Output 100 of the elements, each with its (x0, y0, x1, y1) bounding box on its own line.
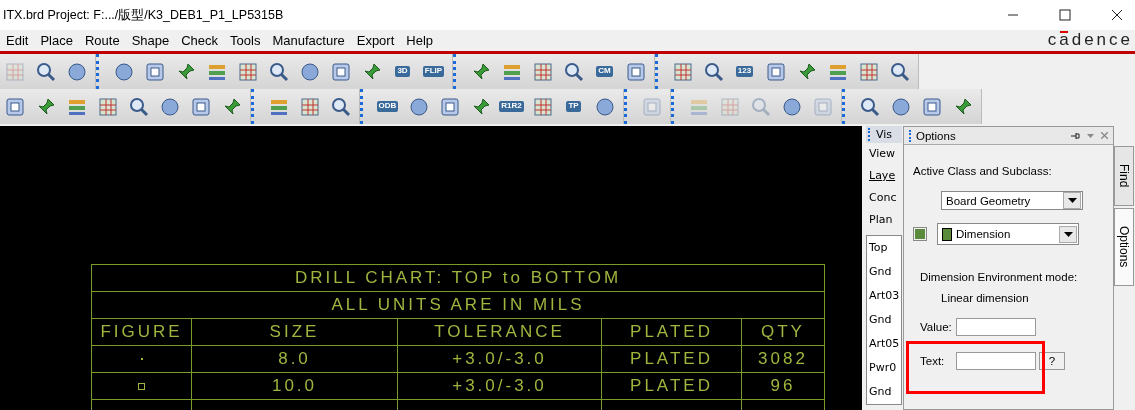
panel-label: View (868, 146, 897, 162)
menu-item[interactable]: Route (83, 33, 121, 48)
layer-item[interactable]: Gnd (867, 380, 901, 404)
layer-item[interactable]: Gnd (867, 260, 901, 284)
menu-item[interactable]: Place (39, 33, 74, 48)
toolbar-button[interactable]: ODB (375, 94, 400, 119)
caret-icon (1063, 231, 1073, 237)
toolbar-button[interactable]: FLIP (421, 59, 446, 84)
text-badge-icon: 123 (735, 66, 754, 77)
table-cell: +3.0/-3.0 (397, 346, 601, 372)
circle-icon (594, 96, 615, 117)
table-cell: +3.0/-3.0 (397, 373, 601, 399)
layer-item[interactable]: Pwr0 (867, 356, 901, 380)
layer-item[interactable]: Art05 (867, 332, 901, 356)
magnifier-icon (750, 96, 771, 117)
square-icon (921, 96, 942, 117)
magnifier-icon (563, 61, 584, 82)
magnifier-icon (330, 96, 351, 117)
column-header: FIGURE (99, 321, 184, 343)
magnifier-icon (268, 61, 289, 82)
grid-icon (532, 61, 553, 82)
subclass-dropdown[interactable]: Dimension (937, 223, 1079, 245)
grid-icon (97, 96, 118, 117)
toolbar-button[interactable]: R1R2 (499, 94, 524, 119)
magnifier-icon (35, 61, 56, 82)
grid-icon (719, 96, 740, 117)
square-icon (439, 96, 460, 117)
square-icon (144, 61, 165, 82)
caret-icon (1067, 198, 1077, 203)
toolbar-button[interactable]: CM (592, 59, 617, 84)
menu-item[interactable]: Help (405, 33, 435, 48)
side-tab[interactable]: Find (1114, 146, 1134, 206)
value-field[interactable] (956, 318, 1036, 336)
magnifier-icon (128, 96, 149, 117)
square-icon (330, 61, 351, 82)
table-cell: 8.0 (191, 346, 397, 372)
layer-item[interactable]: Art03 (867, 284, 901, 308)
text-badge-icon: R1R2 (499, 101, 524, 112)
square-icon (812, 96, 833, 117)
circle-icon (890, 96, 911, 117)
dropdown-icon[interactable] (1087, 133, 1094, 138)
table-cell: PLATED (601, 373, 741, 399)
menu-item[interactable]: Manufacture (271, 33, 346, 48)
circle-icon (781, 96, 802, 117)
magnifier-icon (859, 96, 880, 117)
table-cell: 96 (741, 373, 824, 399)
grid-icon (672, 61, 693, 82)
window-title: ITX.brd Project: F:.../版型/K3_DEB1_P1_LP5315B (3, 6, 284, 24)
table-cell: 3082 (741, 346, 824, 372)
menu-item[interactable]: Shape (130, 33, 171, 48)
field-label: Value: (920, 321, 953, 333)
column-header: QTY (741, 319, 824, 345)
panel-label: Laye (868, 168, 897, 184)
color-swatch[interactable] (913, 227, 927, 241)
grid-icon (237, 61, 258, 82)
text-badge-icon: CM (596, 66, 613, 77)
grid-icon (858, 61, 879, 82)
column-header: SIZE (191, 319, 397, 345)
field-label: Active Class and Subclass: (913, 165, 1053, 177)
table-cell: 10.0 (191, 373, 397, 399)
toolbar-button[interactable]: 3D (390, 59, 415, 84)
panel-label: Conc (868, 190, 898, 206)
drill-chart-subtitle: ALL UNITS ARE IN MILS (92, 291, 824, 318)
magnifier-icon (889, 61, 910, 82)
mode-label: Dimension Environment mode: (920, 271, 1079, 283)
circle-icon (113, 61, 134, 82)
layer-item[interactable]: Top (867, 236, 901, 260)
side-tab[interactable]: Options (1114, 208, 1134, 286)
menu-item[interactable]: Edit (5, 33, 30, 48)
text-badge-icon: 3D (395, 66, 410, 77)
text-badge-icon: TP (566, 101, 581, 112)
text-field[interactable] (956, 352, 1036, 370)
maximize-icon[interactable] (1059, 9, 1071, 21)
menu-item[interactable]: Check (180, 33, 220, 48)
field-label: Text: (920, 355, 946, 367)
square-icon (765, 61, 786, 82)
pin-icon[interactable] (1071, 131, 1080, 140)
toolbar-button[interactable]: TP (561, 94, 586, 119)
grid-icon (299, 96, 320, 117)
table-cell: PLATED (601, 346, 741, 372)
circle-icon (66, 61, 87, 82)
menu-item[interactable]: Tools (229, 33, 262, 48)
class-dropdown[interactable]: Board Geometry (941, 191, 1083, 210)
toolbar-button[interactable]: 123 (732, 59, 757, 84)
column-header: TOLERANCE (397, 319, 601, 345)
layer-item[interactable]: Gnd (867, 308, 901, 332)
circle-icon (159, 96, 180, 117)
circle-icon (408, 96, 429, 117)
column-header: PLATED (601, 319, 741, 345)
grid-icon (532, 96, 553, 117)
menu-item[interactable]: Export (355, 33, 396, 48)
panel-title: Options (909, 129, 956, 142)
mode-value: Linear dimension (941, 292, 1030, 304)
panel-label: Plan (868, 212, 894, 228)
square-icon (641, 96, 662, 117)
logo: cadence (1047, 30, 1133, 50)
close-icon[interactable] (1111, 9, 1123, 21)
help-button[interactable]: ? (1039, 352, 1065, 370)
drill-chart-title: DRILL CHART: TOP to BOTTOM (92, 264, 824, 291)
text-badge-icon: ODB (376, 101, 399, 112)
